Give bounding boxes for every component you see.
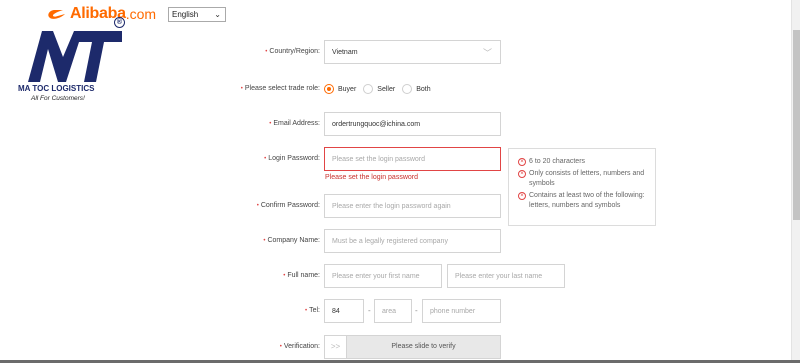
required-mark: • [279, 344, 282, 350]
tel-separator: - [368, 306, 371, 315]
language-value: English [172, 10, 199, 19]
login-password-field[interactable]: Please set the login password [324, 147, 501, 171]
phone-number-placeholder: phone number [430, 307, 476, 315]
phone-number-field[interactable]: phone number [422, 299, 501, 323]
confirm-password-field[interactable]: Please enter the login password again [324, 194, 501, 218]
area-field[interactable]: area [374, 299, 412, 323]
hint-text: 6 to 20 characters [529, 158, 586, 165]
slide-verify-slider[interactable]: >> Please slide to verify [324, 335, 501, 359]
hint-item: × 6 to 20 characters [518, 157, 655, 167]
login-password-placeholder: Please set the login password [332, 155, 425, 163]
required-mark: • [256, 203, 259, 209]
radio-buyer[interactable]: Buyer [324, 84, 356, 94]
error-circle-icon: × [518, 192, 526, 200]
brand-domain: .com [125, 6, 157, 22]
required-mark: • [263, 238, 266, 244]
required-mark: • [269, 121, 272, 127]
area-placeholder: area [382, 307, 397, 315]
error-circle-icon: × [518, 158, 526, 166]
required-mark: • [265, 49, 268, 55]
login-password-error: Please set the login password [325, 174, 418, 181]
hint-text: Contains at least two of the following: … [529, 192, 645, 209]
tel-separator: - [415, 306, 418, 315]
trade-role-options: Buyer Seller Both [324, 84, 438, 94]
scrollbar-thumb[interactable] [793, 30, 800, 220]
trade-role-label: Please select trade role: [244, 85, 320, 92]
language-select[interactable]: English ⌄ [168, 7, 226, 22]
chevron-down-icon: ⌄ [214, 10, 221, 19]
registration-page: Alibaba .com English ⌄ ® MA TOC LOGISTIC… [0, 0, 800, 363]
hint-text: Only consists of letters, numbers and sy… [529, 170, 645, 187]
first-name-placeholder: Please enter your first name [332, 272, 420, 280]
email-label: Email Address: [273, 120, 320, 127]
last-name-field[interactable]: Please enter your last name [447, 264, 565, 288]
watermark-tagline: All For Customers! [31, 95, 85, 102]
country-value: Vietnam [332, 48, 358, 56]
radio-icon [363, 84, 374, 94]
required-mark: • [283, 273, 286, 279]
first-name-field[interactable]: Please enter your first name [324, 264, 442, 288]
registered-mark: ® [114, 17, 125, 28]
radio-icon [402, 84, 413, 94]
error-circle-icon: × [518, 170, 526, 178]
tel-label: Tel: [309, 307, 320, 314]
country-select[interactable]: Vietnam ﹀ [324, 40, 501, 64]
login-password-label: Login Password: [268, 155, 320, 162]
last-name-placeholder: Please enter your last name [455, 272, 543, 280]
confirm-password-placeholder: Please enter the login password again [332, 202, 451, 210]
vertical-scrollbar[interactable] [791, 0, 800, 363]
radio-both-label: Both [416, 85, 431, 93]
alibaba-logo[interactable]: Alibaba .com [46, 5, 156, 23]
full-name-label: Full name: [287, 272, 320, 279]
country-code-field[interactable]: 84 [324, 299, 364, 323]
watermark-title: MA TOC LOGISTICS [18, 84, 95, 93]
radio-seller[interactable]: Seller [363, 84, 395, 94]
country-code-value: 84 [332, 307, 340, 315]
email-value: ordertrungquoc@ichina.com [332, 120, 421, 128]
required-mark: • [240, 86, 243, 92]
hint-item: × Only consists of letters, numbers and s… [518, 169, 655, 189]
chevron-down-icon: ﹀ [482, 48, 492, 58]
radio-seller-label: Seller [377, 85, 396, 93]
slider-handle[interactable]: >> [325, 336, 347, 358]
slider-text: Please slide to verify [391, 343, 456, 350]
company-name-field[interactable]: Must be a legally registered company [324, 229, 501, 253]
verification-label: Verification: [283, 343, 320, 350]
required-mark: • [264, 156, 267, 162]
hint-item: × Contains at least two of the following:… [518, 191, 655, 211]
radio-both[interactable]: Both [402, 84, 431, 94]
company-name-label: Company Name: [267, 237, 320, 244]
radio-selected-icon [324, 84, 334, 94]
password-hint-box: × 6 to 20 characters × Only consists of le… [508, 148, 656, 226]
email-field[interactable]: ordertrungquoc@ichina.com [324, 112, 501, 136]
alibaba-mark-icon [48, 10, 65, 19]
country-label: Country/Region: [269, 48, 320, 55]
confirm-password-label: Confirm Password: [260, 202, 320, 209]
radio-buyer-label: Buyer [338, 85, 357, 93]
company-name-placeholder: Must be a legally registered company [332, 237, 448, 245]
required-mark: • [304, 308, 308, 314]
ma-toc-logo-icon [28, 31, 122, 82]
